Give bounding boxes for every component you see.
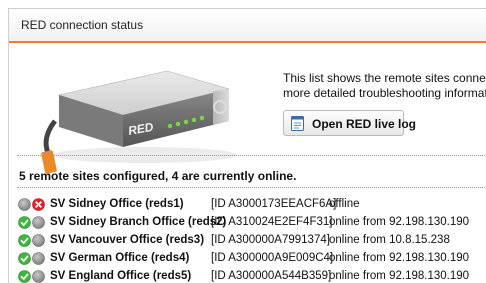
- site-id: [ID A300000A7991374]: [211, 234, 330, 246]
- site-id: [ID A300000A9E009C4]: [211, 252, 334, 264]
- description-line-1: This list shows the remote sites connect…: [283, 71, 486, 85]
- site-name: SV England Office (reds5): [50, 270, 192, 282]
- remote-sites-list: SV Sidney Office (reds1) [ID A3000173EEAC…: [15, 196, 486, 283]
- gray-dot-icon: [18, 198, 31, 211]
- site-row: SV Vancouver Office (reds3) [ID A300000A7…: [15, 232, 486, 250]
- site-status: online from 92.198.130.190: [329, 270, 470, 282]
- site-name: SV Sidney Office (reds1): [50, 198, 184, 210]
- site-status: offline: [329, 198, 360, 210]
- gray-dot-icon: [32, 270, 45, 283]
- divider-bottom: [17, 187, 486, 188]
- log-document-icon: [291, 116, 304, 131]
- online-check-icon: [18, 270, 31, 283]
- offline-x-icon: [32, 198, 45, 211]
- panel-header: RED connection status: [9, 9, 486, 43]
- site-id: [ID A300000A544B359]: [211, 270, 332, 282]
- site-row: SV Sidney Branch Office (reds2) [ID A3100…: [15, 214, 486, 232]
- site-row: SV German Office (reds4) [ID A300000A9E00…: [15, 250, 486, 268]
- site-name: SV German Office (reds4): [50, 252, 190, 264]
- site-name: SV Sidney Branch Office (reds2): [50, 216, 227, 228]
- gray-dot-icon: [32, 234, 45, 247]
- site-id: [ID A3000173EEACF6A]: [211, 198, 337, 210]
- site-row: SV England Office (reds5) [ID A300000A544…: [15, 268, 486, 283]
- site-status: online from 92.198.130.190: [329, 216, 470, 228]
- gray-dot-icon: [32, 252, 45, 265]
- panel-title: RED connection status: [21, 18, 144, 32]
- open-live-log-button[interactable]: Open RED live log: [283, 110, 416, 136]
- red-status-panel: RED connection status RED This list show…: [8, 8, 486, 283]
- online-check-icon: [18, 252, 31, 265]
- description-text: This list shows the remote sites connect…: [283, 71, 486, 101]
- site-status: online from 92.198.130.190: [329, 252, 470, 264]
- site-status: online from 10.8.15.238: [329, 234, 450, 246]
- online-check-icon: [18, 216, 31, 229]
- red-device-image: RED: [41, 70, 237, 174]
- open-live-log-label: Open RED live log: [312, 117, 417, 131]
- sites-summary: 5 remote sites configured, 4 are current…: [19, 169, 297, 183]
- divider-top: [17, 155, 486, 156]
- gray-dot-icon: [32, 216, 45, 229]
- description-line-2: more detailed troubleshooting informatio…: [283, 86, 486, 100]
- site-row: SV Sidney Office (reds1) [ID A3000173EEAC…: [15, 196, 486, 214]
- site-name: SV Vancouver Office (reds3): [50, 234, 205, 246]
- online-check-icon: [18, 234, 31, 247]
- site-id: [ID A310024E2EF4F31]: [211, 216, 333, 228]
